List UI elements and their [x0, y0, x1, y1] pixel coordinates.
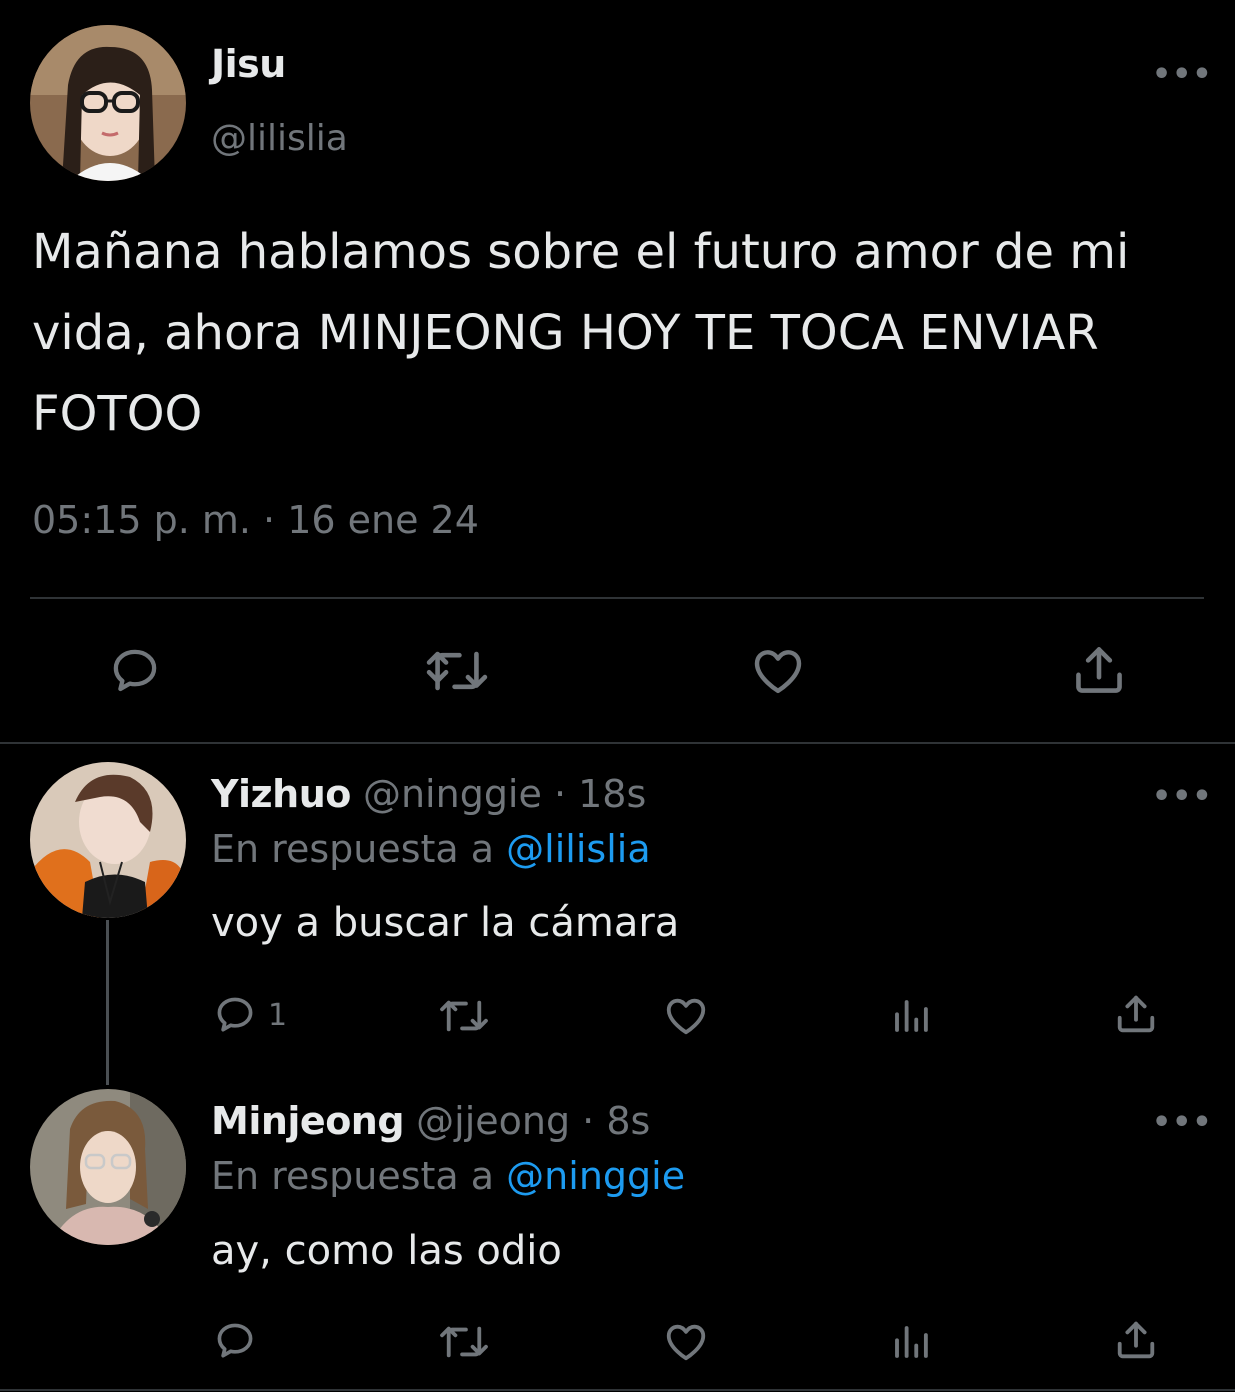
reply-header: Minjeong @jjeong · 8s — [211, 1099, 650, 1143]
retweet-button[interactable] — [437, 995, 491, 1037]
divider — [0, 742, 1235, 744]
reply-button[interactable] — [106, 644, 164, 698]
retweet-button[interactable] — [423, 644, 491, 698]
like-button[interactable] — [749, 643, 807, 699]
more-icon[interactable]: ••• — [1152, 1108, 1213, 1138]
reply-icon — [113, 649, 157, 692]
views-button[interactable] — [889, 1321, 933, 1363]
share-button[interactable] — [1113, 1317, 1159, 1363]
retweet-icon — [440, 1326, 488, 1358]
views-icon — [895, 1326, 928, 1358]
reply-icon — [217, 1323, 253, 1358]
tweet-text: Mañana hablamos sobre el futuro amor de … — [32, 224, 1130, 442]
reply-author-meta[interactable]: @jjeong · 8s — [416, 1099, 650, 1143]
more-icon[interactable]: ••• — [1152, 782, 1213, 812]
like-icon — [666, 1324, 706, 1361]
views-button[interactable] — [889, 995, 933, 1037]
reply-button[interactable] — [212, 1319, 258, 1363]
retweet-icon — [440, 1000, 488, 1032]
share-icon — [1117, 995, 1155, 1033]
like-icon — [666, 998, 706, 1035]
reply-button[interactable]: 1 — [212, 993, 287, 1037]
more-icon[interactable]: ••• — [1152, 60, 1213, 90]
avatar-minjeong[interactable] — [30, 1089, 186, 1245]
author-name[interactable]: Jisu — [211, 42, 286, 86]
reply-context: En respuesta a @ninggie — [211, 1154, 685, 1198]
reply-author-meta[interactable]: @ninggie · 18s — [363, 772, 646, 816]
views-icon — [895, 1000, 928, 1032]
share-icon — [1117, 1321, 1155, 1359]
retweet-button[interactable] — [437, 1321, 491, 1363]
reply-text: voy a buscar la cámara — [211, 900, 680, 946]
reply-prefix: En respuesta a — [211, 827, 495, 871]
reply-count: 1 — [268, 997, 288, 1033]
retweet-icon — [426, 651, 488, 691]
reply-prefix: En respuesta a — [211, 1154, 495, 1198]
reply-icon — [217, 997, 253, 1032]
like-button[interactable] — [663, 993, 709, 1039]
like-icon — [754, 650, 802, 694]
avatar-jisu[interactable] — [30, 25, 186, 181]
reply-text: ay, como las odio — [211, 1228, 562, 1274]
reply-context: En respuesta a @lilislia — [211, 827, 651, 871]
author-handle[interactable]: @lilislia — [211, 118, 348, 159]
reply-author-name[interactable]: Yizhuo — [211, 772, 351, 816]
divider — [30, 597, 1204, 599]
reply-header: Yizhuo @ninggie · 18s — [211, 772, 646, 816]
thread-line — [106, 920, 109, 1085]
reply-mention-link[interactable]: @lilislia — [506, 827, 650, 871]
like-button[interactable] — [663, 1319, 709, 1365]
divider — [0, 1389, 1235, 1391]
share-icon — [1076, 647, 1122, 693]
reply-author-name[interactable]: Minjeong — [211, 1099, 405, 1143]
reply-mention-link[interactable]: @ninggie — [506, 1154, 685, 1198]
tweet-timestamp[interactable]: 05:15 p. m. · 16 ene 24 — [32, 498, 479, 542]
share-button[interactable] — [1113, 991, 1159, 1037]
share-button[interactable] — [1070, 641, 1128, 699]
avatar-yizhuo[interactable] — [30, 762, 186, 918]
